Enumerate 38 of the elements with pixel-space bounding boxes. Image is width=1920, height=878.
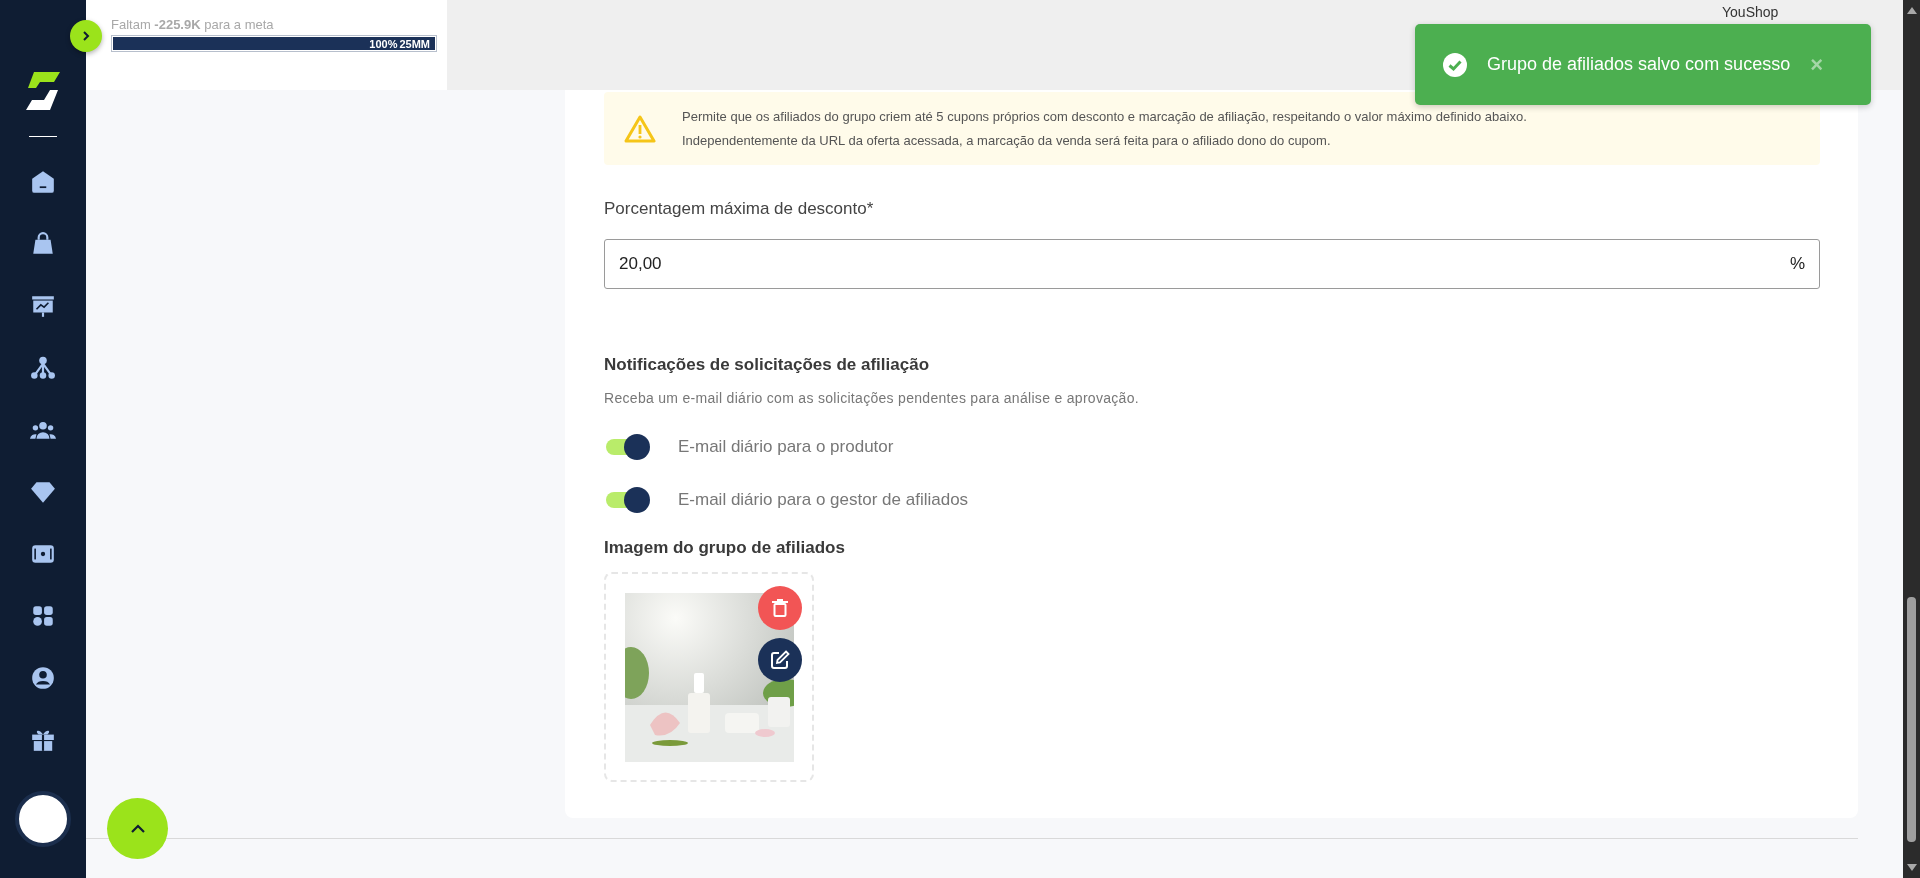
toggle-switch[interactable] [604,485,650,514]
apps-icon[interactable] [30,603,56,629]
section-description: Receba um e-mail diário com as solicitações pendentes para análise e aprovação. [604,390,1139,406]
edit-icon [770,650,790,670]
delete-button[interactable] [758,586,802,630]
goal-text: Faltam -225.9K para a meta [111,17,275,32]
scroll-up-icon[interactable] [1906,6,1917,14]
toggle-label: E-mail diário para o produtor [678,436,894,457]
section-title: Notificações de solicitações de afiliação [604,355,930,375]
progress-target: 25MM [399,37,430,50]
network-icon[interactable] [30,355,56,381]
board-icon[interactable] [30,293,56,319]
warning-icon [624,114,656,143]
check-circle-icon [1443,52,1467,77]
home-icon[interactable] [30,169,56,195]
toggle-switch[interactable] [604,432,650,461]
account-name: YouShop [1722,4,1779,20]
chevron-right-icon [80,30,92,42]
toggle-label: E-mail diário para o gestor de afiliados [678,489,969,510]
progress-percent: 100% [369,37,398,50]
diamond-icon[interactable] [30,479,56,505]
avatar[interactable] [15,791,71,847]
bag-icon[interactable] [30,231,56,257]
chevron-up-icon [129,823,146,834]
trash-icon [772,599,788,617]
input-value: 20,00 [619,254,662,274]
discount-input[interactable]: 20,00 % [604,239,1820,289]
user-icon[interactable] [30,665,56,691]
scrollbar[interactable] [1903,0,1920,878]
section-title: Imagem do grupo de afiliados [604,538,845,558]
warning-text: Independentemente da URL da oferta acessada, a marcação da venda será feita para o afiliado dono do cupom. [682,133,1332,148]
field-label: Porcentagem máxima de desconto* [604,199,874,219]
percent-suffix: % [1789,254,1805,274]
warning-text: Permite que os afiliados do grupo criem até 5 cupons próprios com desconto e marcação de afiliação, respeitando o valor máximo definido abaixo. [682,109,1527,124]
image-upload-box[interactable] [604,572,814,782]
scroll-thumb[interactable] [1907,597,1916,842]
toast-message: Grupo de afiliados salvo com sucesso [1487,54,1791,75]
scroll-down-icon[interactable] [1906,864,1917,872]
